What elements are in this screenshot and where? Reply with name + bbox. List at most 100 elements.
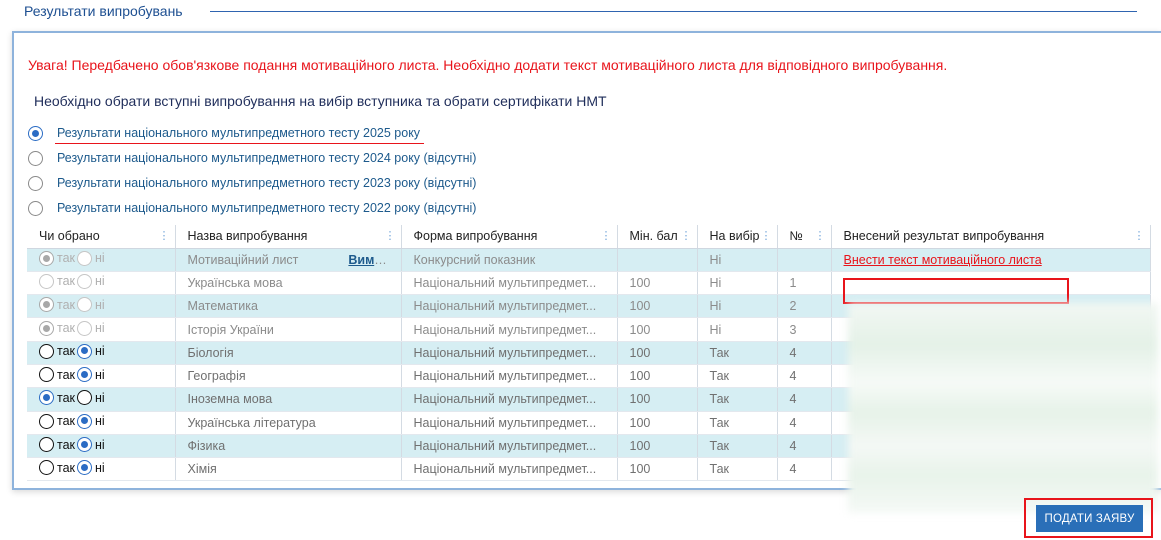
column-menu-icon[interactable]: ⋮ xyxy=(385,229,396,242)
radio-button[interactable] xyxy=(77,250,93,266)
optional-cell: Ні xyxy=(697,317,778,342)
exam-name: Хімія xyxy=(187,462,217,477)
radio-button[interactable] xyxy=(39,413,54,429)
yes-no-toggle[interactable]: так ні xyxy=(39,460,107,476)
column-menu-icon[interactable]: ⋮ xyxy=(159,229,170,242)
column-header-0[interactable]: Чи обрано ⋮ xyxy=(27,225,176,249)
radio-button[interactable] xyxy=(39,320,54,336)
warning-message: Увага! Передбачено обов'язкове подання м… xyxy=(28,57,948,73)
nmt-option-label[interactable]: Результати національного мультипредметно… xyxy=(57,176,476,190)
nmt-option-0[interactable]: Результати національного мультипредметно… xyxy=(28,124,425,144)
radio-button[interactable] xyxy=(39,437,54,453)
nmt-option-label[interactable]: Результати національного мультипредметно… xyxy=(57,201,476,215)
radio-button[interactable] xyxy=(39,343,54,359)
radio-button[interactable] xyxy=(77,367,93,383)
chosen-cell: так ні xyxy=(27,434,176,459)
radio-button[interactable] xyxy=(39,367,54,383)
radio-label: ні xyxy=(95,437,105,452)
radio-button[interactable] xyxy=(77,297,93,313)
radio-button[interactable] xyxy=(77,437,93,453)
yes-no-toggle[interactable]: так ні xyxy=(39,413,107,430)
radio-button[interactable] xyxy=(77,320,93,336)
exam-form-cell: Національний мультипредмет... xyxy=(401,294,618,319)
radio-label: так xyxy=(57,344,76,359)
radio-label: ні xyxy=(95,321,105,336)
radio-button[interactable] xyxy=(77,273,93,289)
min-score-cell: 100 xyxy=(617,341,698,365)
nmt-option-1[interactable]: Результати національного мультипредметно… xyxy=(28,149,476,167)
column-menu-icon[interactable]: ⋮ xyxy=(681,229,692,242)
radio-button[interactable] xyxy=(28,125,43,141)
exam-form-cell: Національний мультипредмет... xyxy=(401,317,618,342)
yes-no-toggle[interactable]: так ні xyxy=(39,437,107,453)
exam-name: Іноземна мова xyxy=(187,392,273,407)
nmt-option-3[interactable]: Результати національного мультипредметно… xyxy=(28,199,476,217)
column-header-4[interactable]: На вибір ⋮ xyxy=(697,225,778,249)
exam-name-cell: Українська мова xyxy=(175,271,402,296)
exam-name-cell: Географія xyxy=(175,364,402,389)
radio-button[interactable] xyxy=(28,175,43,191)
radio-button[interactable] xyxy=(28,150,43,166)
radio-button[interactable] xyxy=(39,273,54,289)
min-score-cell: 100 xyxy=(617,457,698,482)
number-cell: 4 xyxy=(777,341,832,365)
radio-button[interactable] xyxy=(39,297,54,313)
column-header-6[interactable]: Внесений результат випробування ⋮ xyxy=(831,225,1151,249)
column-menu-icon[interactable]: ⋮ xyxy=(815,229,826,242)
column-header-5[interactable]: № ⋮ xyxy=(777,225,832,249)
optional-cell: Ні xyxy=(697,271,778,296)
nmt-option-2[interactable]: Результати національного мультипредметно… xyxy=(28,174,476,192)
result-cell: Внести текст мотиваційного листа xyxy=(831,248,1151,272)
exam-name: Біологія xyxy=(187,345,234,360)
nmt-option-label[interactable]: Результати національного мультипредметно… xyxy=(57,151,476,165)
chosen-cell: так ні xyxy=(27,294,176,319)
radio-button[interactable] xyxy=(28,200,43,216)
exam-form-cell: Національний мультипредмет... xyxy=(401,411,618,435)
column-menu-icon[interactable]: ⋮ xyxy=(601,229,612,242)
section-divider xyxy=(210,11,1137,12)
number-cell: 4 xyxy=(777,364,832,389)
column-header-1[interactable]: Назва випробування ⋮ xyxy=(175,225,402,249)
radio-label: ні xyxy=(95,367,105,382)
column-menu-icon[interactable]: ⋮ xyxy=(1134,229,1145,242)
radio-button[interactable] xyxy=(39,250,54,266)
submit-application-button[interactable]: ПОДАТИ ЗАЯВУ xyxy=(1036,505,1143,532)
yes-no-toggle[interactable]: так ні xyxy=(39,390,107,406)
radio-button[interactable] xyxy=(39,390,54,406)
radio-button[interactable] xyxy=(39,460,54,476)
radio-label: так xyxy=(57,390,76,405)
column-menu-icon[interactable]: ⋮ xyxy=(761,229,772,242)
column-header-label: На вибір xyxy=(709,229,760,244)
radio-label: ні xyxy=(95,274,105,289)
yes-no-toggle: так ні xyxy=(39,320,107,337)
chosen-cell: так ні xyxy=(27,364,176,389)
min-score-cell: 100 xyxy=(617,271,698,296)
column-header-label: Мін. бал xyxy=(629,229,678,244)
yes-no-toggle[interactable]: так ні xyxy=(39,367,107,383)
column-header-label: Чи обрано xyxy=(39,229,100,244)
chosen-cell: так ні xyxy=(27,341,176,365)
exam-name-cell: Мотиваційний лист Вимоги xyxy=(175,248,402,272)
min-score-cell xyxy=(617,248,698,272)
nmt-option-label[interactable]: Результати національного мультипредметно… xyxy=(54,126,425,144)
chosen-cell: так ні xyxy=(27,271,176,296)
radio-button[interactable] xyxy=(77,343,93,359)
chosen-cell: так ні xyxy=(27,411,176,435)
table-row: так ні Мотиваційний лист Вимоги Конкурсний п… xyxy=(27,248,1151,272)
radio-button[interactable] xyxy=(77,413,93,429)
requirements-link[interactable]: Вимоги xyxy=(348,253,394,267)
table-header: Чи обрано ⋮ Назва випробування ⋮ Форма випро… xyxy=(27,225,1151,249)
number-cell: 2 xyxy=(777,294,832,319)
column-header-label: № xyxy=(789,229,803,244)
radio-button[interactable] xyxy=(77,390,93,406)
min-score-cell: 100 xyxy=(617,294,698,319)
instruction-text: Необхідно обрати вступні випробування на… xyxy=(34,93,607,109)
enter-motivation-letter-link[interactable]: Внести текст мотиваційного листа xyxy=(844,253,1042,267)
column-header-3[interactable]: Мін. бал ⋮ xyxy=(617,225,698,249)
optional-cell: Так xyxy=(697,411,778,435)
min-score-cell: 100 xyxy=(617,364,698,389)
yes-no-toggle[interactable]: так ні xyxy=(39,343,107,360)
radio-button[interactable] xyxy=(77,460,93,476)
yes-no-toggle: так ні xyxy=(39,297,107,313)
column-header-2[interactable]: Форма випробування ⋮ xyxy=(401,225,618,249)
